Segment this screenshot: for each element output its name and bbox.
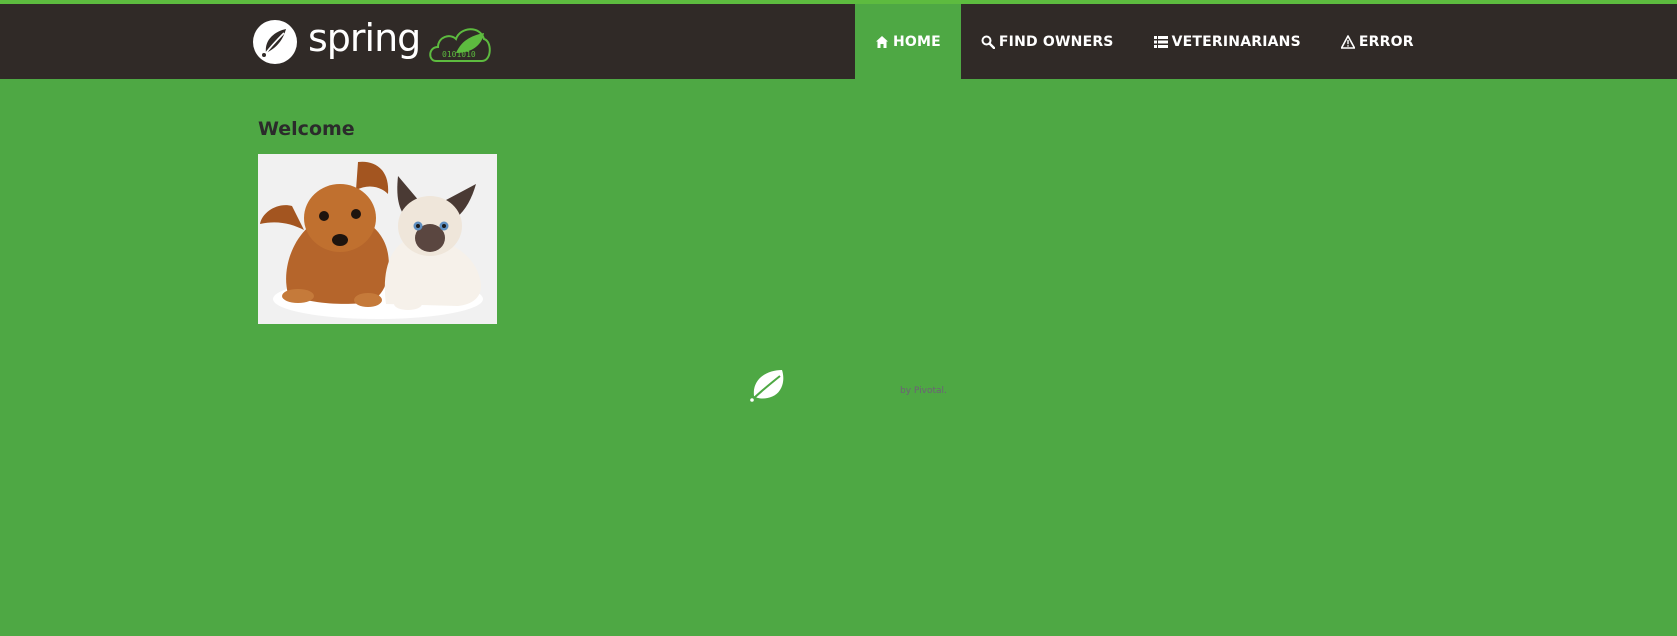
nav-home-label: HOME [893,33,941,50]
brand-wordmark: spring [308,16,421,60]
nav-veterinarians[interactable]: VETERINARIANS [1134,4,1321,79]
cloud-leaf-icon: 0101010 [429,28,492,62]
nav-veterinarians-label: VETERINARIANS [1171,33,1301,50]
main-nav: HOME FIND OWNERS VETERINARIANS ERROR [855,4,1434,79]
spring-leaf-logo [750,370,784,402]
nav-find-owners[interactable]: FIND OWNERS [961,4,1134,79]
brand-logo-link[interactable]: spring 0101010 [252,14,492,70]
search-icon [981,35,995,49]
warning-icon [1340,34,1355,49]
pivotal-credit: by Pivotal. [900,386,947,396]
pets-image [258,154,497,324]
nav-error-label: ERROR [1358,33,1414,50]
nav-error[interactable]: ERROR [1321,4,1434,79]
nav-find-owners-label: FIND OWNERS [998,33,1114,50]
spring-logo-icon [253,20,297,64]
svg-text:0101010: 0101010 [442,50,476,59]
nav-home[interactable]: HOME [855,4,961,79]
list-icon [1153,35,1168,48]
home-icon [876,35,888,48]
navbar: spring 0101010 HOME FIND OWNERS VETERINA… [0,4,1677,79]
page-title: Welcome [258,118,355,140]
